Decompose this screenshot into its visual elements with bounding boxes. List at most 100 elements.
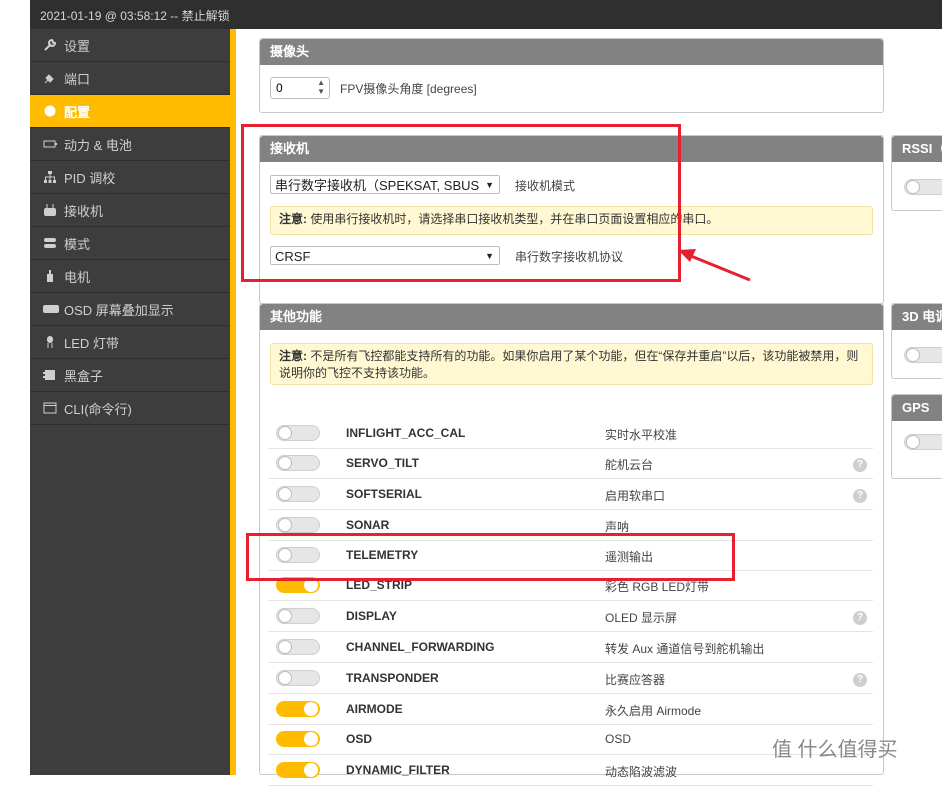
toggle-knob — [278, 671, 292, 685]
status-bar-text: 2021-01-19 @ 03:58:12 -- 禁止解锁 — [40, 9, 230, 23]
feature-toggle[interactable] — [276, 639, 320, 655]
feature-description: 永久启用 Airmode — [605, 704, 702, 718]
terminal-icon — [43, 401, 57, 415]
sidebar-item[interactable]: 动力 & 电池 — [30, 128, 230, 161]
feature-description: 转发 Aux 通道信号到舵机输出 — [605, 642, 765, 656]
sidebar-item-label: LED 灯带 — [64, 335, 119, 351]
gps-toggle[interactable] — [904, 434, 942, 450]
sidebar-item[interactable]: OSD 屏幕叠加显示 — [30, 293, 230, 326]
left-margin — [0, 0, 30, 775]
sidebar-item[interactable]: 电机 — [30, 260, 230, 293]
sitemap-icon — [43, 170, 57, 184]
feature-row: TRANSPONDER 比赛应答器? — [268, 663, 873, 694]
sidebar-item-label: OSD 屏幕叠加显示 — [64, 302, 174, 318]
sidebar-item[interactable]: 黑盒子 — [30, 359, 230, 392]
feature-toggle[interactable] — [276, 455, 320, 471]
help-icon[interactable]: ? — [853, 489, 867, 503]
feature-row: SERVO_TILT 舵机云台? — [268, 448, 873, 479]
spinner-up-icon[interactable]: ▲ — [317, 78, 325, 87]
feature-name: SOFTSERIAL — [346, 487, 423, 501]
feature-name: SERVO_TILT — [346, 456, 419, 470]
feature-name: DISPLAY — [346, 609, 397, 623]
motor-icon — [43, 269, 57, 283]
feature-toggle[interactable] — [276, 608, 320, 624]
toggle-knob — [278, 640, 292, 654]
feature-toggle[interactable] — [276, 425, 320, 441]
3d-esc-panel: 3D 电调 — [891, 303, 942, 379]
feature-description: OSD — [605, 732, 632, 746]
feature-name: SONAR — [346, 518, 390, 532]
sidebar-item-label: 端口 — [64, 71, 91, 87]
feature-row: DISPLAY OLED 显示屏? — [268, 601, 873, 632]
feature-toggle[interactable] — [276, 517, 320, 533]
toggle-knob — [278, 518, 292, 532]
other-note-text: 不是所有飞控都能支持所有的功能。如果你启用了某个功能，但在“保存并重启”以后，该… — [279, 349, 859, 380]
feature-toggle[interactable] — [276, 762, 320, 778]
toggle-icon — [43, 236, 57, 250]
led-icon — [43, 335, 57, 349]
spinner-down-icon[interactable]: ▼ — [317, 87, 325, 96]
feature-toggle[interactable] — [276, 670, 320, 686]
sidebar-nav: 设置端口配置动力 & 电池 PID 调校 接收机模式 电机 OSD 屏幕叠加显示 LED … — [30, 29, 230, 775]
sidebar-item[interactable]: 配置 — [30, 95, 230, 128]
toggle-knob — [278, 426, 292, 440]
toggle-knob — [304, 732, 318, 746]
rssi-panel-title: RSSI（ — [892, 136, 942, 162]
sidebar-item-label: 动力 & 电池 — [64, 137, 132, 153]
feature-toggle[interactable] — [276, 486, 320, 502]
feature-name: OSD — [346, 732, 373, 746]
other-features-note: 注意: 不是所有飞控都能支持所有的功能。如果你启用了某个功能，但在“保存并重启”… — [270, 343, 873, 385]
sidebar-item[interactable]: 设置 — [30, 29, 230, 62]
gps-panel-title: GPS — [892, 395, 942, 421]
feature-description: 动态陷波滤波 — [605, 765, 678, 779]
camera-panel-title: 摄像头 — [260, 39, 883, 65]
sidebar-item[interactable]: CLI(命令行) — [30, 392, 230, 425]
annotation-receiver-box — [241, 124, 681, 282]
camera-angle-label: FPV摄像头角度 [degrees] — [340, 82, 477, 96]
3d-esc-toggle[interactable] — [904, 347, 942, 363]
feature-description: 舵机云台 — [605, 458, 654, 472]
feature-name: TRANSPONDER — [346, 671, 439, 685]
wrench-icon — [43, 38, 57, 52]
feature-description: 启用软串口 — [605, 489, 666, 503]
sidebar-item-label: CLI(命令行) — [64, 401, 132, 417]
sidebar-item[interactable]: LED 灯带 — [30, 326, 230, 359]
feature-toggle[interactable] — [276, 731, 320, 747]
help-icon[interactable]: ? — [853, 458, 867, 472]
help-icon[interactable]: ? — [853, 673, 867, 687]
feature-description: OLED 显示屏 — [605, 611, 678, 625]
sidebar-item[interactable]: 端口 — [30, 62, 230, 95]
sidebar-item[interactable]: 模式 — [30, 227, 230, 260]
camera-panel: 摄像头 0 ▲ ▼ FPV摄像头角度 [degrees] — [259, 38, 884, 113]
sidebar-item-label: 配置 — [64, 104, 91, 120]
feature-description: 实时水平校准 — [605, 428, 678, 442]
remote-icon — [43, 203, 57, 217]
feature-toggle[interactable] — [276, 701, 320, 717]
help-icon[interactable]: ? — [853, 611, 867, 625]
camera-angle-input[interactable]: 0 ▲ ▼ — [270, 77, 330, 99]
feature-name: CHANNEL_FORWARDING — [346, 640, 495, 654]
blackbox-icon — [43, 368, 57, 382]
feature-name: INFLIGHT_ACC_CAL — [346, 426, 466, 440]
sidebar-item[interactable]: 接收机 — [30, 194, 230, 227]
feature-row: SOFTSERIAL 启用软串口? — [268, 479, 873, 510]
sidebar-item-label: PID 调校 — [64, 170, 116, 186]
sidebar-item[interactable]: PID 调校 — [30, 161, 230, 194]
watermark-logo: 值 什么值得买 — [772, 733, 898, 762]
rssi-toggle[interactable] — [904, 179, 942, 195]
gps-panel: GPS — [891, 394, 942, 479]
sidebar-item-label: 黑盒子 — [64, 368, 104, 384]
camera-angle-value: 0 — [276, 81, 283, 95]
other-features-title: 其他功能 — [260, 304, 883, 330]
3d-esc-panel-title: 3D 电调 — [892, 304, 942, 330]
osd-icon — [43, 302, 59, 316]
toggle-knob — [278, 487, 292, 501]
watermark-text: 值 什么值得买 — [772, 739, 898, 761]
battery-icon — [43, 137, 57, 151]
feature-description: 比赛应答器 — [605, 673, 666, 687]
sidebar-item-label: 接收机 — [64, 203, 104, 219]
toggle-knob — [278, 456, 292, 470]
annotation-arrow-icon — [678, 249, 751, 282]
plug-icon — [43, 71, 57, 85]
status-bar: 2021-01-19 @ 03:58:12 -- 禁止解锁 — [30, 0, 942, 29]
